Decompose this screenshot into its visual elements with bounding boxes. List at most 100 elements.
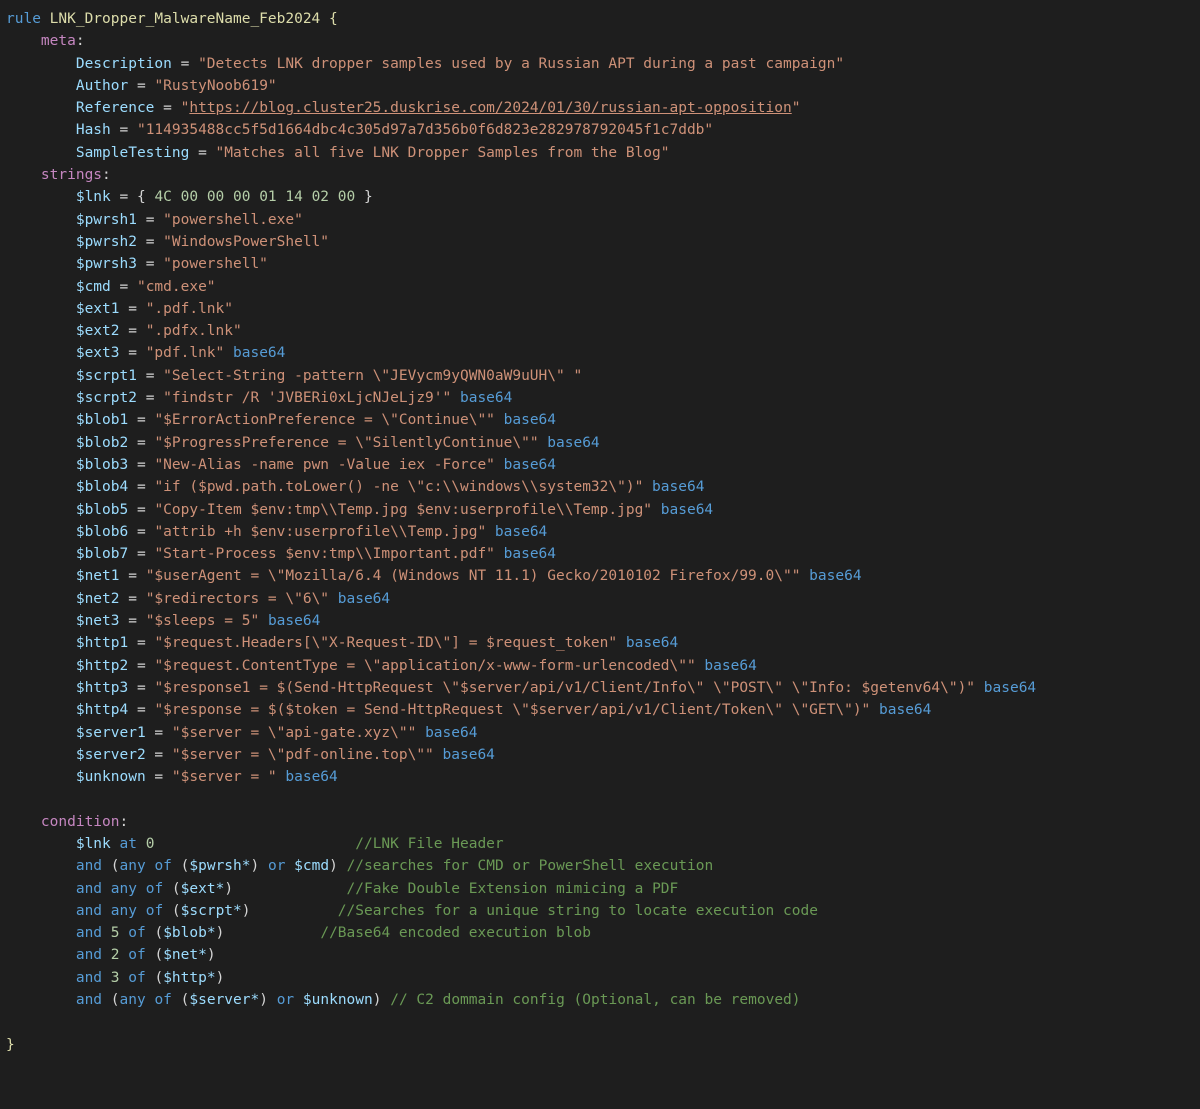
equals: = xyxy=(137,546,146,562)
cond-comment-5: //Base64 encoded execution blob xyxy=(320,925,591,941)
colon: : xyxy=(120,814,129,830)
str-id-blob3: $blob3 xyxy=(76,457,128,473)
modifier-base64: base64 xyxy=(879,702,931,718)
cond-of: of xyxy=(154,992,171,1008)
hex-bytes: 4C 00 00 00 01 14 02 00 xyxy=(154,189,355,205)
equals: = xyxy=(137,524,146,540)
equals: = xyxy=(154,769,163,785)
hex-close: } xyxy=(355,189,372,205)
str-val-blob1: "$ErrorActionPreference = \"Continue\"" xyxy=(154,412,494,428)
str-val-http2: "$request.ContentType = \"application/x-… xyxy=(154,658,695,674)
str-id-http2: $http2 xyxy=(76,658,128,674)
str-id-scrpt2: $scrpt2 xyxy=(76,390,137,406)
meta-val-hash: "114935488cc5f5d1664dbc4c305d97a7d356b0f… xyxy=(137,122,713,138)
equals: = xyxy=(154,747,163,763)
str-val-unknown: "$server = " xyxy=(172,769,277,785)
cond-lnk: $lnk xyxy=(76,836,111,852)
reference-url[interactable]: https://blog.cluster25.duskrise.com/2024… xyxy=(189,100,791,116)
ref-quote-close: " xyxy=(792,100,801,116)
section-condition: condition xyxy=(41,814,120,830)
cond-of: of xyxy=(154,858,171,874)
cond-five: 5 xyxy=(111,925,120,941)
meta-key-reference: Reference xyxy=(76,100,155,116)
cond-comment-2: //searches for CMD or PowerShell executi… xyxy=(347,858,714,874)
meta-val-sampletesting: "Matches all five LNK Dropper Samples fr… xyxy=(216,145,670,161)
close-brace: } xyxy=(6,1037,15,1053)
cond-comment-3: //Fake Double Extension mimicing a PDF xyxy=(347,881,679,897)
str-val-pwrsh1: "powershell.exe" xyxy=(163,212,303,228)
equals: = xyxy=(146,256,155,272)
cond-any: any xyxy=(120,992,146,1008)
modifier-base64: base64 xyxy=(547,435,599,451)
cond-two: 2 xyxy=(111,947,120,963)
equals: = xyxy=(137,702,146,718)
str-id-lnk: $lnk xyxy=(76,189,111,205)
cond-comment-1: //LNK File Header xyxy=(355,836,503,852)
cond-and: and xyxy=(76,992,102,1008)
cond-or: or xyxy=(277,992,294,1008)
meta-val-description: "Detects LNK dropper samples used by a R… xyxy=(198,56,844,72)
str-val-scrpt2: "findstr /R 'JVBERi0xLjcNJeLjz9'" xyxy=(163,390,451,406)
meta-key-hash: Hash xyxy=(76,122,111,138)
str-val-blob7: "Start-Process $env:tmp\\Important.pdf" xyxy=(154,546,494,562)
cond-zero: 0 xyxy=(146,836,155,852)
equals: = xyxy=(137,457,146,473)
equals: = xyxy=(137,658,146,674)
cond-any: any xyxy=(120,858,146,874)
str-val-http4: "$response = $($token = Send-HttpRequest… xyxy=(154,702,870,718)
equals: = xyxy=(128,568,137,584)
str-id-blob7: $blob7 xyxy=(76,546,128,562)
equals: = xyxy=(128,591,137,607)
str-id-blob1: $blob1 xyxy=(76,412,128,428)
cond-of: of xyxy=(128,925,145,941)
str-val-cmd: "cmd.exe" xyxy=(137,279,216,295)
str-val-net3: "$sleeps = 5" xyxy=(146,613,260,629)
str-id-pwrsh2: $pwrsh2 xyxy=(76,234,137,250)
str-val-ext1: ".pdf.lnk" xyxy=(146,301,233,317)
str-id-http1: $http1 xyxy=(76,635,128,651)
meta-key-author: Author xyxy=(76,78,128,94)
modifier-base64: base64 xyxy=(338,591,390,607)
str-id-pwrsh3: $pwrsh3 xyxy=(76,256,137,272)
modifier-base64: base64 xyxy=(495,524,547,540)
open-brace: { xyxy=(329,11,338,27)
cond-at: at xyxy=(120,836,137,852)
meta-key-sampletesting: SampleTesting xyxy=(76,145,190,161)
str-id-pwrsh1: $pwrsh1 xyxy=(76,212,137,228)
cond-any: any xyxy=(111,903,137,919)
modifier-base64: base64 xyxy=(504,412,556,428)
cond-three: 3 xyxy=(111,970,120,986)
cond-any: any xyxy=(111,881,137,897)
equals: = xyxy=(137,435,146,451)
equals: = xyxy=(181,56,190,72)
yara-code-block: rule LNK_Dropper_MalwareName_Feb2024 { m… xyxy=(0,0,1200,1086)
equals: = xyxy=(146,368,155,384)
str-val-http3: "$response1 = $(Send-HttpRequest \"$serv… xyxy=(154,680,975,696)
str-val-blob5: "Copy-Item $env:tmp\\Temp.jpg $env:userp… xyxy=(154,502,652,518)
section-strings: strings xyxy=(41,167,102,183)
str-id-http3: $http3 xyxy=(76,680,128,696)
cond-of: of xyxy=(128,970,145,986)
equals: = xyxy=(120,279,129,295)
modifier-base64: base64 xyxy=(661,502,713,518)
modifier-base64: base64 xyxy=(233,345,285,361)
cond-and: and xyxy=(76,903,102,919)
equals: = xyxy=(146,390,155,406)
cond-ext: $ext* xyxy=(181,881,225,897)
str-id-blob5: $blob5 xyxy=(76,502,128,518)
str-id-http4: $http4 xyxy=(76,702,128,718)
modifier-base64: base64 xyxy=(809,568,861,584)
str-val-server2: "$server = \"pdf-online.top\"" xyxy=(172,747,434,763)
equals: = xyxy=(137,479,146,495)
modifier-base64: base64 xyxy=(504,546,556,562)
str-id-ext1: $ext1 xyxy=(76,301,120,317)
cond-unknown: $unknown xyxy=(303,992,373,1008)
equals: = xyxy=(146,234,155,250)
equals: = xyxy=(137,635,146,651)
meta-val-author: "RustyNoob619" xyxy=(154,78,276,94)
cond-pwrsh: $pwrsh* xyxy=(189,858,250,874)
section-meta: meta xyxy=(41,33,76,49)
equals: = xyxy=(154,725,163,741)
str-id-blob2: $blob2 xyxy=(76,435,128,451)
equals: = xyxy=(128,345,137,361)
